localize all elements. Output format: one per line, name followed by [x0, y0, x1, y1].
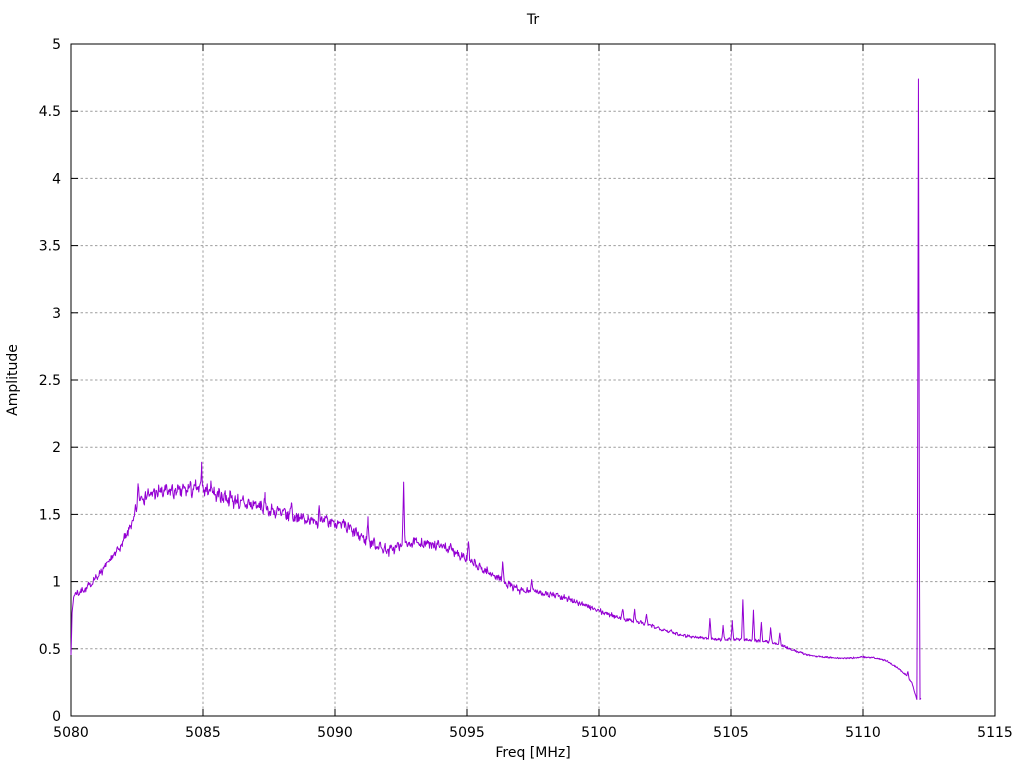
y-tick-label: 2	[52, 440, 61, 456]
y-tick-label: 4	[52, 171, 61, 187]
y-tick-label: 0.5	[39, 642, 61, 658]
trace-tr	[70, 78, 922, 700]
y-tick-label: 5	[52, 37, 61, 53]
x-tick-label: 5090	[317, 725, 353, 741]
x-tick-label: 5110	[845, 725, 881, 741]
plot-area: 5080 5085 5090 5095 5100 5105 5110 5115 0 0.5 1 1.5…	[39, 37, 1013, 741]
x-tick-label: 5105	[713, 725, 749, 741]
y-tick-label: 2.5	[39, 373, 61, 389]
x-tick-label: 5080	[53, 725, 89, 741]
y-tick-label: 1.5	[39, 507, 61, 523]
gridlines	[71, 44, 995, 716]
y-tick-label: 3	[52, 306, 61, 322]
y-tick-label: 0	[52, 709, 61, 725]
x-tick-label: 5085	[185, 725, 221, 741]
y-tick-label: 4.5	[39, 104, 61, 120]
x-tick-label: 5115	[977, 725, 1013, 741]
x-tick-label: 5100	[581, 725, 617, 741]
y-tick-label: 3.5	[39, 239, 61, 255]
y-tick-label: 1	[52, 575, 61, 591]
x-tick-label: 5095	[449, 725, 485, 741]
chart-figure: Tr Amplitude Freq [MHz] 5080 5085 5090 5095…	[0, 0, 1024, 768]
